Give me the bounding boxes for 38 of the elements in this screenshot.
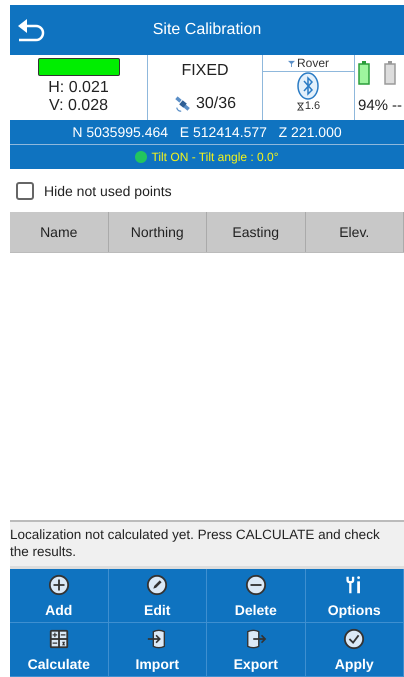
minus-icon xyxy=(244,574,267,596)
toolbar-button[interactable]: Delete xyxy=(207,569,306,623)
battery-text: -- xyxy=(392,97,402,114)
pencil-icon xyxy=(146,574,168,596)
checkbox[interactable] xyxy=(16,182,34,200)
satellite-icon xyxy=(174,94,192,113)
checkbox-label: Hide not used points xyxy=(44,183,172,199)
column-header[interactable]: Easting xyxy=(207,212,306,252)
tilt-text: Tilt ON - Tilt angle : 0.0° xyxy=(151,150,279,164)
column-header[interactable]: Name xyxy=(10,212,108,252)
battery-icon xyxy=(384,61,396,85)
column-header[interactable]: Northing xyxy=(108,212,207,252)
battery-text: 94% xyxy=(358,97,388,114)
check-icon xyxy=(343,628,366,650)
mode-text: Rover xyxy=(296,56,329,70)
bluetooth-icon xyxy=(297,72,320,100)
precision-text: V: 0.028 xyxy=(48,97,108,115)
message-text: Localization not calculated yet. Press CALCULATE and check the results. xyxy=(10,527,380,559)
solution-text: FIXED xyxy=(181,62,229,80)
coordinates-text: N 5035995.464 E 512414.577 Z 221.000 xyxy=(72,124,342,140)
column-header[interactable]: Elev. xyxy=(306,212,404,252)
export-icon xyxy=(244,628,267,650)
battery-icon xyxy=(358,61,370,85)
age-text: 1.6 xyxy=(304,100,320,112)
hourglass-icon xyxy=(296,102,304,110)
toolbar-button[interactable]: Edit xyxy=(108,569,207,623)
window-title: Site Calibration xyxy=(152,21,262,39)
calculator-icon xyxy=(48,628,70,650)
toolbar-button[interactable]: Import xyxy=(108,623,207,677)
precision-text: H: 0.021 xyxy=(48,79,109,97)
antenna-icon xyxy=(288,60,295,66)
toolbar-button[interactable]: Options xyxy=(306,569,404,623)
toolbar-button[interactable]: Add xyxy=(10,569,108,623)
toolbar-button[interactable]: Export xyxy=(207,623,306,677)
plus-icon xyxy=(48,574,70,596)
toolbar-button[interactable]: Calculate xyxy=(10,623,108,677)
toolbar-button[interactable]: Apply xyxy=(306,623,404,677)
satellite-count: 30/36 xyxy=(196,94,236,113)
